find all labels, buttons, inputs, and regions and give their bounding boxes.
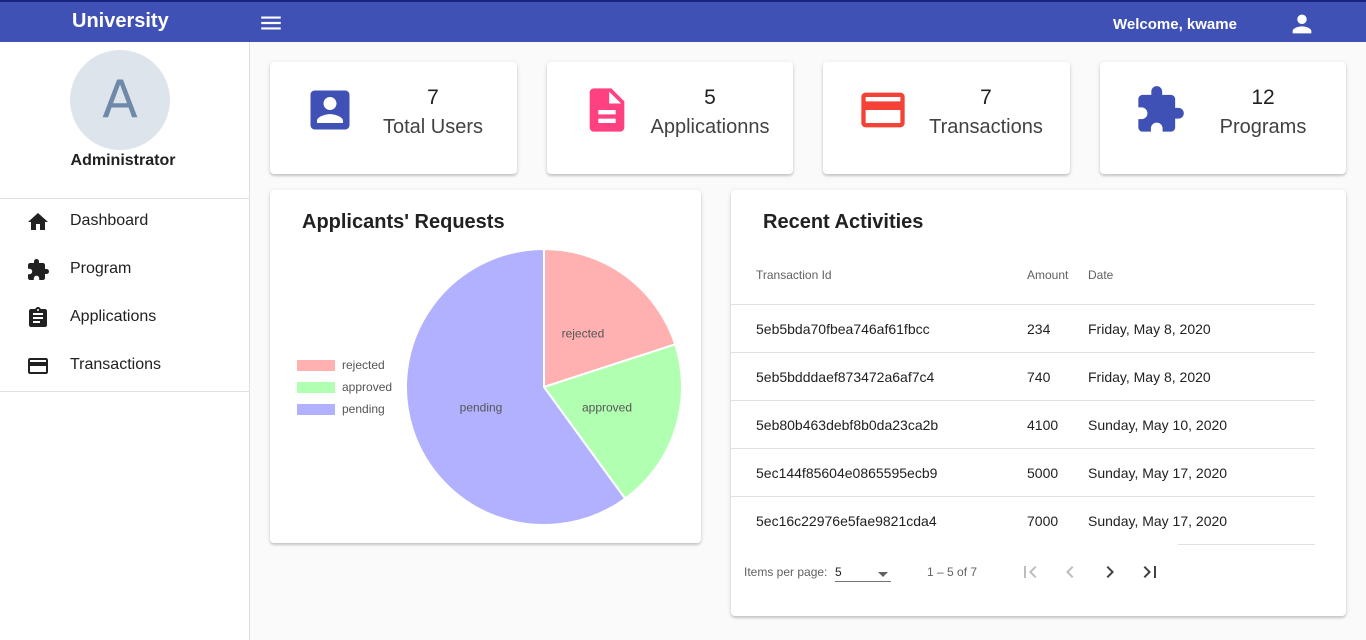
cell-transaction-id: 5ec144f85604e0865595ecb9 xyxy=(756,465,938,481)
legend-label: rejected xyxy=(342,358,385,372)
menu-icon[interactable] xyxy=(258,10,284,36)
pie-slice-rejected[interactable] xyxy=(543,247,677,389)
page-size-select[interactable]: 5 xyxy=(835,560,891,582)
table-row: 5ec144f85604e0865595ecb9 5000 Sunday, Ma… xyxy=(731,448,1315,496)
column-header-date[interactable]: Date xyxy=(1088,268,1113,282)
document-icon xyxy=(581,84,633,136)
clipboard-icon xyxy=(26,306,50,330)
cell-amount: 7000 xyxy=(1027,513,1059,529)
avatar: A xyxy=(70,50,170,150)
sidebar-item-label: Dashboard xyxy=(70,212,149,229)
sidebar-item-dashboard[interactable]: Dashboard xyxy=(0,198,249,246)
legend-label: approved xyxy=(342,380,393,394)
legend-swatch xyxy=(297,404,335,415)
table-row: 5ec16c22976e5fae9821cda4 7000 Sunday, Ma… xyxy=(731,496,1315,544)
column-header-transaction-id[interactable]: Transaction Id xyxy=(756,268,832,282)
cell-date: Friday, May 8, 2020 xyxy=(1088,321,1211,337)
credit-card-icon xyxy=(26,354,50,378)
account-box-icon xyxy=(304,84,356,136)
requests-card: Applicants' Requests rejected approved p… xyxy=(270,190,701,543)
puzzle-icon xyxy=(26,258,50,282)
stat-card-applications: 5 Applicationns xyxy=(547,62,793,174)
previous-page-icon[interactable] xyxy=(1058,560,1082,584)
stat-value: 5 xyxy=(704,86,716,109)
sidebar-item-label: Program xyxy=(70,260,132,277)
stat-card-programs: 12 Programs xyxy=(1100,62,1346,174)
cell-date: Sunday, May 17, 2020 xyxy=(1088,465,1228,481)
welcome-text: Welcome, kwame xyxy=(1113,16,1237,33)
table-row: 5eb5bda70fbea746af61fbcc 234 Friday, May… xyxy=(731,304,1315,352)
stat-label: Total Users xyxy=(382,116,484,138)
pie-label-pending: pending xyxy=(460,400,503,414)
pie-slice-pending[interactable] xyxy=(405,247,627,526)
table-divider xyxy=(1178,544,1315,545)
legend-swatch xyxy=(297,382,335,393)
sidebar-item-transactions[interactable]: Transactions xyxy=(0,342,249,390)
chevron-down-icon xyxy=(877,566,889,584)
account-icon[interactable] xyxy=(1288,10,1316,38)
first-page-icon[interactable] xyxy=(1018,560,1042,584)
sidebar-item-label: Transactions xyxy=(70,356,161,373)
cell-date: Sunday, May 17, 2020 xyxy=(1088,513,1228,529)
cell-amount: 740 xyxy=(1027,369,1051,385)
cell-transaction-id: 5eb5bda70fbea746af61fbcc xyxy=(756,321,930,337)
sidebar-item-applications[interactable]: Applications xyxy=(0,294,249,342)
sidebar-item-label: Applications xyxy=(70,308,157,325)
brand-title[interactable]: University xyxy=(72,10,169,33)
next-page-icon[interactable] xyxy=(1098,560,1122,584)
table-row: 5eb5bdddaef873472a6af7c4 740 Friday, May… xyxy=(731,352,1315,400)
puzzle-icon xyxy=(1134,84,1186,136)
sidebar-divider xyxy=(0,391,249,392)
stat-value: 7 xyxy=(427,86,439,109)
sidebar: A Administrator Dashboard Program Applic… xyxy=(0,42,250,640)
pie-label-approved: approved xyxy=(582,400,632,414)
user-role: Administrator xyxy=(70,152,176,169)
pie-label-rejected: rejected xyxy=(562,326,605,340)
cell-amount: 234 xyxy=(1027,321,1051,337)
cell-date: Sunday, May 10, 2020 xyxy=(1088,417,1228,433)
cell-transaction-id: 5ec16c22976e5fae9821cda4 xyxy=(756,513,937,529)
stat-card-transactions: 7 Transactions xyxy=(823,62,1070,174)
requests-title: Applicants' Requests xyxy=(302,211,505,233)
activities-title: Recent Activities xyxy=(763,211,924,233)
cell-amount: 5000 xyxy=(1027,465,1059,481)
table-row: 5eb80b463debf8b0da23ca2b 4100 Sunday, Ma… xyxy=(731,400,1315,448)
home-icon xyxy=(26,210,50,234)
pie-slice-approved[interactable] xyxy=(542,343,683,501)
stat-label: Applicationns xyxy=(650,116,770,138)
top-app-bar: University Welcome, kwame xyxy=(0,0,1366,42)
legend-swatch xyxy=(297,360,335,371)
page-range: 1 – 5 of 7 xyxy=(927,565,978,579)
last-page-icon[interactable] xyxy=(1138,560,1162,584)
recent-activities-card: Recent Activities Transaction Id Amount … xyxy=(731,190,1346,616)
stat-value: 7 xyxy=(980,86,992,109)
cell-transaction-id: 5eb5bdddaef873472a6af7c4 xyxy=(756,369,935,385)
stat-label: Programs xyxy=(1219,116,1307,138)
column-header-amount[interactable]: Amount xyxy=(1027,268,1068,282)
legend-label: pending xyxy=(342,402,385,416)
stat-value: 12 xyxy=(1251,86,1275,109)
cell-amount: 4100 xyxy=(1027,417,1059,433)
sidebar-item-program[interactable]: Program xyxy=(0,246,249,294)
stat-card-total-users: 7 Total Users xyxy=(270,62,517,174)
items-per-page-label: Items per page: xyxy=(744,565,828,579)
cell-date: Friday, May 8, 2020 xyxy=(1088,369,1211,385)
credit-card-icon xyxy=(857,84,909,136)
page-size-value: 5 xyxy=(835,565,842,579)
stat-label: Transactions xyxy=(929,116,1043,138)
cell-transaction-id: 5eb80b463debf8b0da23ca2b xyxy=(756,417,939,433)
